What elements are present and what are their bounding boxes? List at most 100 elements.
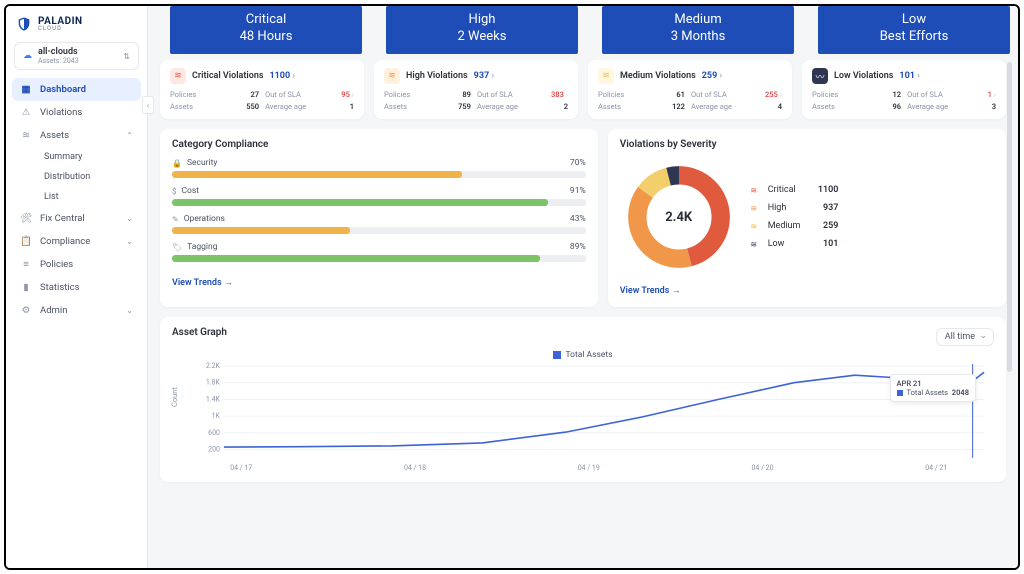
chevron-up-icon: ⌃ bbox=[126, 131, 133, 140]
app-frame: PALADIN CLOUD ☁ all-clouds Assets: 2043 … bbox=[4, 4, 1020, 570]
sla-banner-title: High bbox=[390, 12, 574, 29]
severity-donut-chart: 2.4K bbox=[624, 162, 734, 272]
kpi-count-link[interactable]: 937 bbox=[474, 71, 494, 81]
compliance-pct: 70% bbox=[570, 158, 586, 168]
wrench-icon: 🛠 bbox=[20, 213, 32, 224]
asset-chart-legend: Total Assets bbox=[172, 350, 994, 360]
kpi-stat-label: Assets bbox=[170, 102, 240, 111]
svg-text:600: 600 bbox=[208, 429, 220, 437]
compliance-label: Operations bbox=[184, 214, 225, 224]
sidebar-item-violations[interactable]: ⚠ Violations bbox=[12, 101, 141, 124]
sidebar-subitem-list[interactable]: List bbox=[40, 187, 141, 207]
kpi-card-high: ≋ High Violations 937 Policies 89 Out of … bbox=[374, 60, 578, 119]
sla-banner-sla: 48 Hours bbox=[174, 29, 358, 46]
sidebar-item-policies[interactable]: ≡ Policies bbox=[12, 253, 141, 276]
severity-icon-low: 〰 bbox=[812, 68, 828, 84]
kpi-stat-label: Average age bbox=[477, 102, 545, 111]
kpi-stat-value[interactable]: 95 bbox=[341, 90, 354, 99]
donut-total: 2.4K bbox=[624, 162, 734, 272]
compliance-label: Security bbox=[187, 158, 217, 168]
kpi-stat-label: Policies bbox=[384, 90, 452, 99]
layers-icon: ≋ bbox=[20, 130, 32, 141]
sidebar-item-statistics[interactable]: ▮ Statistics bbox=[12, 276, 141, 299]
scope-selector[interactable]: ☁ all-clouds Assets: 2043 ⇅ bbox=[14, 42, 139, 70]
kpi-stat-value[interactable]: 383 bbox=[551, 90, 568, 99]
kpi-stat-value: 550 bbox=[246, 102, 259, 111]
kpi-stat-value: 3 bbox=[988, 102, 996, 111]
legend-label: Low bbox=[768, 239, 785, 249]
legend-count: 259 bbox=[808, 221, 838, 231]
legend-row: ≋Critical1100 bbox=[748, 185, 839, 195]
brand-logo: PALADIN CLOUD bbox=[6, 6, 147, 38]
sidebar-item-label: Assets bbox=[40, 130, 69, 141]
kpi-count-link[interactable]: 1100 bbox=[269, 71, 295, 81]
dollar-icon: $ bbox=[172, 187, 177, 196]
sidebar-item-fix-central[interactable]: 🛠 Fix Central ⌄ bbox=[12, 207, 141, 230]
legend-label: Medium bbox=[768, 221, 801, 231]
sla-overlay-banners: Critical 48 Hours High 2 Weeks Medium 3 … bbox=[170, 6, 1010, 54]
kpi-title: High Violations bbox=[406, 71, 468, 81]
sidebar-item-label: Dashboard bbox=[40, 84, 86, 95]
view-trends-link[interactable]: View Trends bbox=[172, 277, 233, 288]
tooltip-swatch-icon bbox=[897, 390, 903, 396]
sidebar-item-label: Fix Central bbox=[40, 213, 85, 224]
kpi-stat-label: Assets bbox=[812, 102, 887, 111]
card-title: Asset Graph bbox=[172, 327, 227, 338]
sidebar-subitem-distribution[interactable]: Distribution bbox=[40, 167, 141, 187]
kpi-stat-label: Out of SLA bbox=[477, 90, 545, 99]
compliance-label: Cost bbox=[182, 186, 200, 196]
severity-icon-medium: ≋ bbox=[598, 68, 614, 84]
kpi-count-link[interactable]: 259 bbox=[702, 71, 722, 81]
legend-count: 937 bbox=[808, 203, 838, 213]
y-axis-label: Count bbox=[170, 387, 179, 407]
lines-icon: ≡ bbox=[20, 259, 32, 270]
kpi-title: Critical Violations bbox=[192, 71, 263, 81]
scope-label: all-clouds bbox=[38, 47, 78, 57]
compliance-pct: 89% bbox=[570, 242, 586, 252]
sidebar-subitem-summary[interactable]: Summary bbox=[40, 147, 141, 167]
kpi-count-link[interactable]: 101 bbox=[899, 71, 919, 81]
svg-text:200: 200 bbox=[208, 446, 220, 454]
kpi-stat-label: Assets bbox=[384, 102, 452, 111]
scrollbar[interactable] bbox=[1007, 62, 1012, 372]
svg-text:04 / 18: 04 / 18 bbox=[404, 464, 426, 472]
legend-row: ≋High937 bbox=[748, 203, 839, 213]
tooltip-date: APR 21 bbox=[897, 379, 970, 388]
kpi-title: Low Violations bbox=[834, 71, 893, 81]
kpi-stat-label: Average age bbox=[691, 102, 759, 111]
view-trends-link[interactable]: View Trends bbox=[620, 285, 681, 296]
sidebar-item-dashboard[interactable]: ▦ Dashboard bbox=[12, 78, 141, 101]
asset-chart-legend-label: Total Assets bbox=[565, 350, 612, 360]
category-compliance-card: Category Compliance 🔒Security70%$Cost91%… bbox=[160, 129, 598, 307]
card-title: Category Compliance bbox=[172, 139, 586, 150]
time-range-select[interactable]: All time bbox=[936, 328, 994, 346]
lock-icon: 🔒 bbox=[172, 159, 182, 168]
main-content: ≋ Critical Violations 1100 Policies27 Ou… bbox=[148, 6, 1018, 568]
severity-icon-high: ≋ bbox=[384, 68, 400, 84]
kpi-stat-value: 759 bbox=[458, 102, 471, 111]
kpi-stat-label: Policies bbox=[598, 90, 666, 99]
kpi-stat-label: Out of SLA bbox=[907, 90, 982, 99]
kpi-stat-label: Policies bbox=[170, 90, 240, 99]
chevron-down-icon: ⌄ bbox=[126, 306, 133, 315]
kpi-card-medium: ≋ Medium Violations 259 Policies61 Out o… bbox=[588, 60, 792, 119]
kpi-stat-value: 4 bbox=[765, 102, 782, 111]
sla-banner-title: Critical bbox=[174, 12, 358, 29]
kpi-stat-value[interactable]: 1 bbox=[988, 90, 996, 99]
sidebar-item-compliance[interactable]: 📋 Compliance ⌄ bbox=[12, 230, 141, 253]
sidebar-collapse-button[interactable]: ‹ bbox=[142, 96, 154, 114]
kpi-stat-value: 89 bbox=[458, 90, 471, 99]
tag-icon: 🏷 bbox=[172, 243, 182, 252]
kpi-stat-value[interactable]: 255 bbox=[765, 90, 782, 99]
ops-icon: ✎ bbox=[172, 215, 179, 224]
legend-swatch-icon: ≋ bbox=[748, 221, 760, 231]
violations-by-severity-card: Violations by Severity 2.4K ≋Critical110… bbox=[608, 129, 1006, 307]
sla-banner-sla: 2 Weeks bbox=[390, 29, 574, 46]
legend-row: ≋Low101 bbox=[748, 239, 839, 249]
kpi-stat-value: 12 bbox=[893, 90, 902, 99]
sidebar-item-assets[interactable]: ≋ Assets ⌃ bbox=[12, 124, 141, 147]
kpi-stat-label: Average age bbox=[907, 102, 982, 111]
sidebar-item-admin[interactable]: ⚙ Admin ⌄ bbox=[12, 299, 141, 322]
compliance-row: ✎Operations43% bbox=[172, 214, 586, 234]
updown-icon: ⇅ bbox=[123, 52, 130, 61]
